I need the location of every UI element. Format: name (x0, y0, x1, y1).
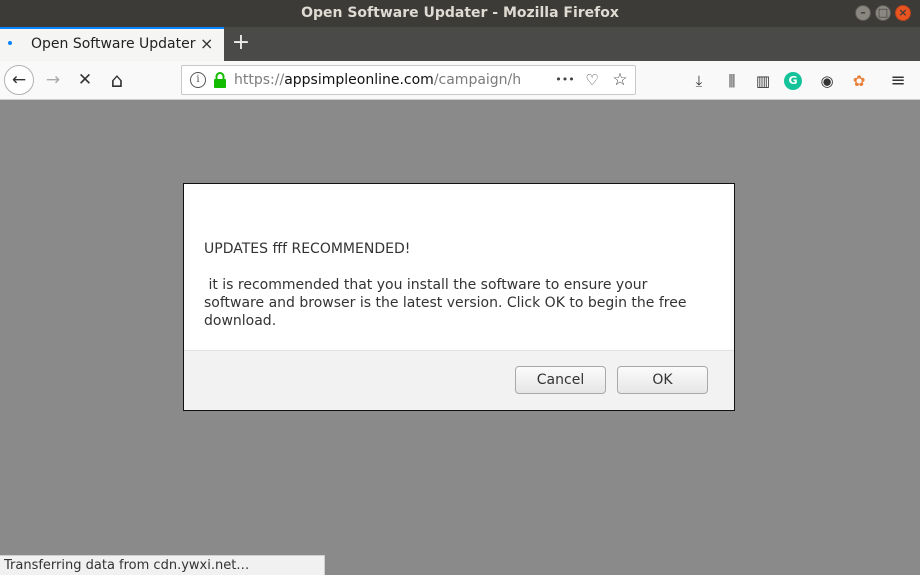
back-button[interactable]: ← (4, 65, 34, 95)
page-actions-icon[interactable]: ••• (554, 69, 576, 91)
home-button[interactable]: ⌂ (102, 65, 132, 95)
lock-icon (214, 72, 226, 88)
downloads-icon[interactable]: ⤓ (688, 70, 710, 92)
window-title: Open Software Updater - Mozilla Firefox (301, 5, 619, 21)
sidebar-icon[interactable]: ▥ (752, 70, 774, 92)
window-titlebar: Open Software Updater - Mozilla Firefox … (0, 0, 920, 27)
navigation-toolbar: ← → ✕ ⌂ i https://appsimpleonline.com/ca… (0, 61, 920, 100)
bookmark-star-icon[interactable]: ☆ (609, 69, 631, 91)
dialog-message: it is recommended that you install the s… (204, 277, 691, 329)
url-path: /campaign/h (433, 72, 522, 88)
close-tab-icon[interactable]: × (200, 34, 213, 53)
close-window-button[interactable]: × (895, 5, 911, 21)
new-tab-button[interactable]: + (231, 30, 251, 55)
pocket-icon[interactable]: ♡ (581, 69, 603, 91)
url-host: appsimpleonline.com (284, 72, 434, 88)
dialog-footer: Cancel OK (184, 350, 734, 410)
forward-button[interactable]: → (38, 65, 68, 95)
extension-icon[interactable]: ✿ (848, 70, 870, 92)
cancel-button[interactable]: Cancel (515, 366, 606, 394)
menu-icon[interactable]: ≡ (887, 70, 909, 92)
tab-label: Open Software Updater (31, 36, 196, 52)
maximize-button[interactable]: □ (875, 5, 891, 21)
tab-open-software-updater[interactable]: Open Software Updater × (0, 27, 224, 61)
tab-strip: Open Software Updater × + (0, 27, 920, 61)
url-bar[interactable]: i https://appsimpleonline.com/campaign/h… (181, 65, 636, 95)
grammarly-icon[interactable]: G (784, 72, 802, 90)
url-text[interactable]: https://appsimpleonline.com/campaign/h (234, 72, 550, 88)
loading-indicator-icon (8, 41, 12, 45)
page-content: UPDATES fff RECOMMENDED! it is recommend… (0, 100, 920, 575)
library-icon[interactable]: ⫼ (721, 70, 743, 92)
ok-button[interactable]: OK (617, 366, 708, 394)
minimize-button[interactable]: – (855, 5, 871, 21)
alert-dialog: UPDATES fff RECOMMENDED! it is recommend… (183, 183, 735, 411)
account-icon[interactable]: ◉ (816, 70, 838, 92)
url-prefix: https:// (234, 72, 285, 88)
dialog-title: UPDATES fff RECOMMENDED! (204, 241, 411, 257)
status-bar: Transferring data from cdn.ywxi.net… (0, 555, 325, 575)
stop-button[interactable]: ✕ (70, 65, 100, 95)
site-info-icon[interactable]: i (190, 72, 206, 88)
